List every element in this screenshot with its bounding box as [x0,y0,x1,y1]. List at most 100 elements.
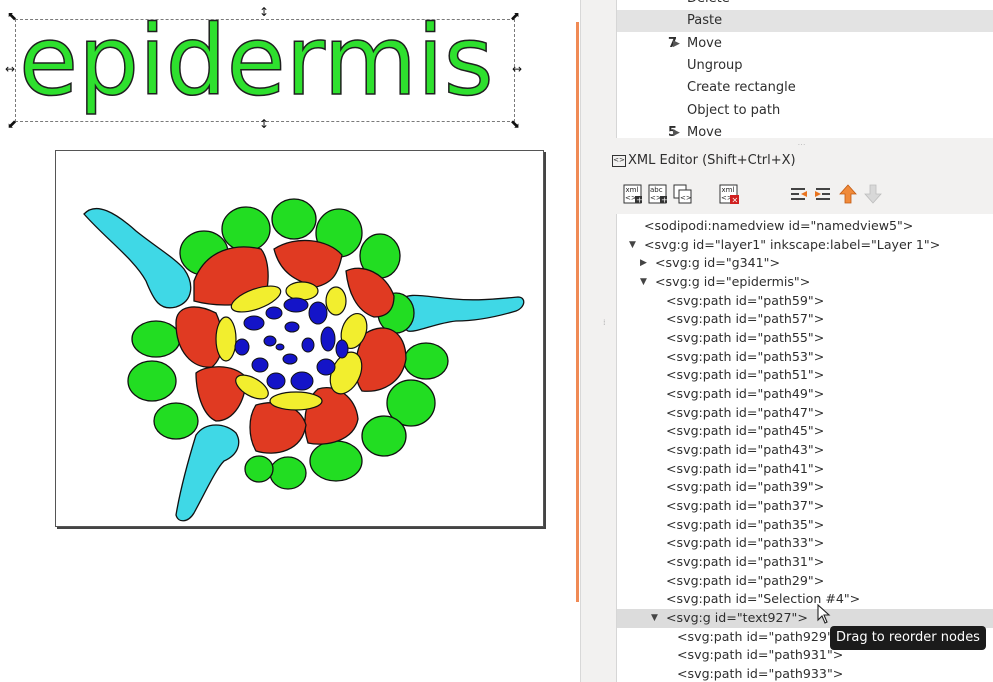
xml-node[interactable]: ▶ <svg:g id="g341"> [617,254,993,273]
xml-node-label: <svg:path id="path931"> [677,647,844,662]
expand-triangle-icon[interactable]: ▶ [673,122,680,138]
xml-node-label: <svg:path id="path45"> [666,423,825,438]
scale-handle-top-left-icon[interactable]: ⬉ [7,10,17,22]
expand-triangle-icon[interactable]: ▶ [640,254,647,273]
xml-node[interactable]: <svg:path id="path43"> [617,441,993,460]
xml-node[interactable]: ▼ <svg:g id="epidermis"> [617,273,993,292]
svg-text:+: + [661,196,668,205]
panel-separator[interactable] [580,0,611,682]
xml-node-label: <svg:path id="path933"> [677,666,844,681]
active-divider-indicator [576,22,579,602]
scale-handle-top-icon[interactable]: ↕ [259,6,269,18]
scale-handle-bottom-left-icon[interactable]: ⬋ [7,118,17,130]
xml-node[interactable]: <svg:path id="path51"> [617,366,993,385]
xml-node[interactable]: <svg:path id="path53"> [617,348,993,367]
xml-node[interactable]: <svg:path id="path41"> [617,460,993,479]
indent-node-icon[interactable] [813,182,835,206]
xml-node-label: <svg:path id="path43"> [666,442,825,457]
new-text-node-icon[interactable]: abc <> + [647,182,669,206]
xml-node[interactable]: <svg:path id="path29"> [617,572,993,591]
xml-node-label: <svg:path id="path55"> [666,330,825,345]
xml-node[interactable]: <svg:path id="path49"> [617,385,993,404]
mouse-pointer-icon [817,604,831,624]
history-row[interactable]: Ungroup [617,55,993,77]
xml-node[interactable]: <svg:path id="path55"> [617,329,993,348]
lower-node-icon[interactable] [862,182,884,206]
root-hair-right [397,294,525,332]
scale-handle-left-icon[interactable]: ↔ [5,63,15,75]
xml-node-label: <svg:path id="path47"> [666,405,825,420]
new-element-node-icon[interactable]: xml <> + [622,182,644,206]
xml-node-label: <svg:path id="path49"> [666,386,825,401]
scale-handle-top-right-icon[interactable]: ⬈ [510,10,520,22]
separator-grip-icon[interactable]: ⁞ [603,318,606,327]
xml-node-label: <svg:path id="path31"> [666,554,825,569]
scale-handle-right-icon[interactable]: ↔ [512,63,522,75]
xml-node-label: <svg:path id="path57"> [666,311,825,326]
xml-node-label: <svg:path id="path29"> [666,573,825,588]
xml-node-label: <svg:path id="path39"> [666,479,825,494]
collapse-triangle-icon[interactable]: ▼ [629,236,636,255]
xml-node[interactable]: <sodipodi:namedview id="namedview5"> [617,217,993,236]
xml-node[interactable]: <svg:path id="path45"> [617,422,993,441]
history-label: Delete [687,0,730,10]
svg-text:<>: <> [680,194,692,202]
xml-node[interactable]: <svg:path id="path33"> [617,534,993,553]
xml-node-selected[interactable]: ▼ <svg:g id="text927"> [617,609,993,628]
xml-node[interactable]: <svg:path id="path933"> [617,665,993,682]
scale-handle-bottom-right-icon[interactable]: ⬊ [510,118,520,130]
delete-node-icon[interactable]: xml <> × [718,182,740,206]
xml-node-label: <svg:g id="text927"> [666,610,808,625]
xml-node[interactable]: <svg:path id="path39"> [617,478,993,497]
svg-text:xml: xml [626,186,639,194]
xml-node-label: <svg:path id="path51"> [666,367,825,382]
svg-text:xml: xml [722,186,735,194]
tooltip: Drag to reorder nodes [830,626,986,650]
root-hair-top-left [83,207,192,309]
collapse-triangle-icon[interactable]: ▼ [640,273,647,292]
root-cross-section-drawing[interactable] [56,151,543,526]
history-row[interactable]: 5 ▶ Move [617,122,993,138]
scale-handle-bottom-icon[interactable]: ↕ [259,118,269,130]
duplicate-node-icon[interactable]: <> [672,182,694,206]
xml-editor-title-text: XML Editor (Shift+Ctrl+X) [628,153,796,168]
history-row[interactable]: Delete [617,0,993,10]
xml-node-label: <svg:g id="g341"> [655,255,781,270]
xml-node-label: <sodipodi:namedview id="namedview5"> [644,218,914,233]
xml-node-label: <svg:path id="path37"> [666,498,825,513]
svg-text:×: × [732,196,739,205]
xml-node[interactable]: <svg:path id="path57"> [617,310,993,329]
history-label: Move [687,125,722,138]
unindent-node-icon[interactable] [788,182,810,206]
document-page [55,150,544,527]
collapse-triangle-icon[interactable]: ▼ [651,609,658,628]
history-label: Create rectangle [687,80,796,95]
xml-node-label: <svg:g id="layer1" inkscape:label="Layer… [644,237,941,252]
panel-resize-handle-icon[interactable]: ⋯ [610,138,993,152]
history-row-selected[interactable]: Paste [617,10,993,32]
xml-editor-title[interactable]: <> XML Editor (Shift+Ctrl+X) [612,152,796,170]
history-label: Move [687,36,722,51]
xml-editor-icon: <> [612,154,626,167]
xml-node-label: <svg:g id="epidermis"> [655,274,811,289]
xml-node[interactable]: <svg:path id="path37"> [617,497,993,516]
selection-bounding-box [15,19,515,122]
xml-node-label: <svg:path id="path35"> [666,517,825,532]
raise-node-icon[interactable] [837,182,859,206]
history-row[interactable]: Create rectangle [617,77,993,99]
history-label: Object to path [687,103,781,118]
xml-node-tree: <sodipodi:namedview id="namedview5"> ▼ <… [616,214,993,682]
xml-node[interactable]: <svg:path id="path35"> [617,516,993,535]
xml-node[interactable]: <svg:path id="Selection #4"> [617,590,993,609]
root-hair-bottom [175,424,240,522]
xml-node[interactable]: <svg:path id="path59"> [617,292,993,311]
expand-triangle-icon[interactable]: ▶ [673,33,680,55]
xml-node-label: <svg:path id="path41"> [666,461,825,476]
xml-node[interactable]: <svg:path id="path31"> [617,553,993,572]
canvas[interactable]: epidermis ⬉ ↕ ⬈ ↔ ↔ ⬋ ↕ ⬊ [0,0,578,682]
history-row[interactable]: Object to path [617,100,993,122]
xml-node-label: <svg:path id="path33"> [666,535,825,550]
xml-node[interactable]: <svg:path id="path47"> [617,404,993,423]
history-row[interactable]: 7 ▶ Move [617,33,993,55]
xml-node[interactable]: ▼ <svg:g id="layer1" inkscape:label="Lay… [617,236,993,255]
